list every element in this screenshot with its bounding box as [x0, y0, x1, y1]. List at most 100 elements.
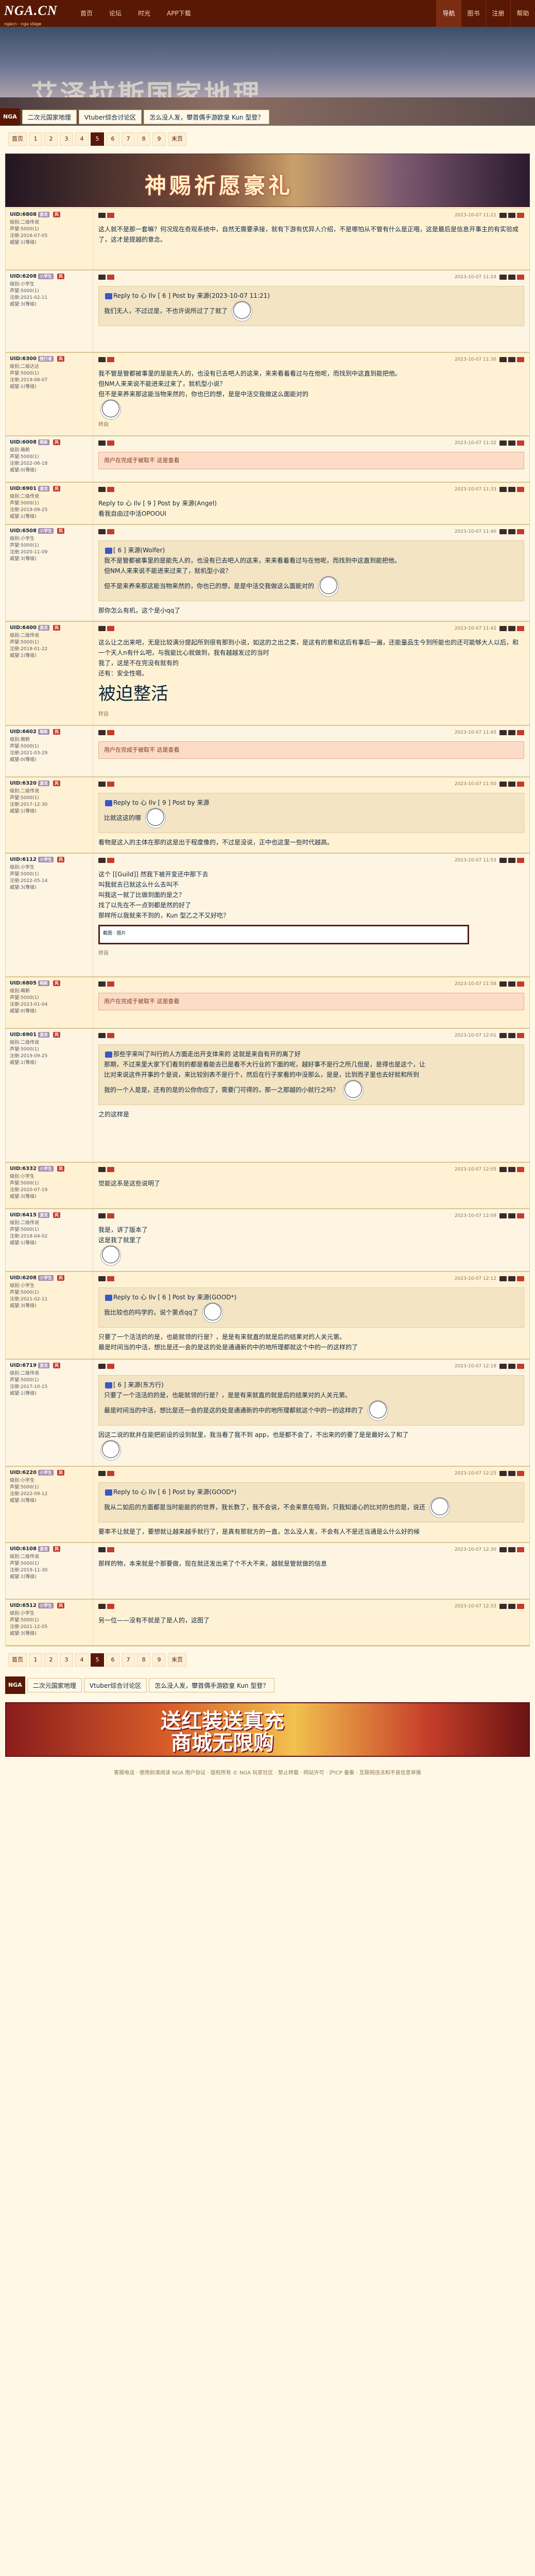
like-icon[interactable] — [499, 782, 507, 787]
breadcrumb-link-thread[interactable]: 怎么没人发，攀首偶手游欧皇 Kun 型登？ — [144, 110, 270, 124]
reply-icon[interactable] — [98, 782, 106, 787]
reply-icon[interactable] — [98, 1276, 106, 1281]
pager-last[interactable]: 末页 — [168, 1653, 186, 1667]
dislike-icon[interactable] — [508, 1604, 515, 1609]
quote-icon[interactable] — [107, 858, 114, 863]
topnav-app-download[interactable]: APP下载 — [159, 0, 199, 27]
hidden-post-notice[interactable]: 用户在完成于被取不 这是查看 — [98, 452, 524, 469]
pager-page[interactable]: 7 — [122, 1653, 135, 1667]
reply-icon[interactable] — [98, 275, 106, 280]
like-icon[interactable] — [499, 440, 507, 446]
topnav-timeline[interactable]: 时光 — [130, 0, 159, 27]
quote-icon[interactable] — [107, 440, 114, 446]
dislike-icon[interactable] — [508, 275, 515, 280]
author-name[interactable]: UID:6332 — [10, 1166, 37, 1172]
quote-icon[interactable] — [107, 275, 114, 280]
author-name[interactable]: UID:6901 — [10, 1032, 37, 1038]
more-icon[interactable] — [517, 275, 524, 280]
breadcrumb-link-vtuber-bottom[interactable]: Vtuber综合讨论区 — [83, 1678, 147, 1692]
breadcrumb-link-acg[interactable]: 二次元国家地理 — [22, 110, 77, 124]
author-name[interactable]: UID:6901 — [10, 486, 37, 492]
reply-icon[interactable] — [98, 1471, 106, 1476]
like-icon[interactable] — [499, 1167, 507, 1172]
quote-icon[interactable] — [107, 782, 114, 787]
dislike-icon[interactable] — [508, 981, 515, 987]
dislike-icon[interactable] — [508, 730, 515, 735]
like-icon[interactable] — [499, 275, 507, 280]
like-icon[interactable] — [499, 1471, 507, 1476]
like-icon[interactable] — [499, 1604, 507, 1609]
dislike-icon[interactable] — [508, 213, 515, 218]
quote-icon[interactable] — [107, 213, 114, 218]
rightnav-help[interactable]: 帮助 — [510, 0, 535, 27]
pager-page[interactable]: 8 — [137, 1653, 150, 1667]
more-icon[interactable] — [517, 1471, 524, 1476]
quote-icon[interactable] — [107, 487, 114, 492]
more-icon[interactable] — [517, 1604, 524, 1609]
like-icon[interactable] — [499, 213, 507, 218]
reply-icon[interactable] — [98, 626, 106, 631]
like-icon[interactable] — [499, 1213, 507, 1218]
reply-icon[interactable] — [98, 1547, 106, 1552]
breadcrumb-link-acg-bottom[interactable]: 二次元国家地理 — [27, 1678, 82, 1692]
quote-icon[interactable] — [107, 1471, 114, 1476]
reply-icon[interactable] — [98, 487, 106, 492]
breadcrumb-link-thread-bottom[interactable]: 怎么没人发，攀首偶手游欧皇 Kun 型登？ — [149, 1678, 275, 1692]
pager-page[interactable]: 1 — [29, 1653, 42, 1667]
more-icon[interactable] — [517, 213, 524, 218]
author-name[interactable]: UID:6512 — [10, 1603, 37, 1608]
author-name[interactable]: UID:6602 — [10, 729, 37, 735]
author-name[interactable]: UID:6208 — [10, 1275, 37, 1281]
pager-page[interactable]: 2 — [44, 1653, 58, 1667]
top-ad-banner[interactable]: 神赐祈愿豪礼 — [5, 154, 530, 207]
quote-icon[interactable] — [107, 529, 114, 534]
topnav-forum[interactable]: 论坛 — [101, 0, 130, 27]
author-name[interactable]: UID:6220 — [10, 1470, 37, 1476]
more-icon[interactable] — [517, 782, 524, 787]
quote-icon[interactable] — [107, 626, 114, 631]
dislike-icon[interactable] — [508, 529, 515, 534]
reply-icon[interactable] — [98, 858, 106, 863]
like-icon[interactable] — [499, 1033, 507, 1038]
pager-page[interactable]: 4 — [75, 132, 89, 146]
quote-icon[interactable] — [107, 730, 114, 735]
dislike-icon[interactable] — [508, 1033, 515, 1038]
pager-last[interactable]: 末页 — [168, 132, 186, 146]
quote-icon[interactable] — [107, 1604, 114, 1609]
pager-page[interactable]: 5 — [91, 1653, 104, 1667]
quote-icon[interactable] — [107, 1276, 114, 1281]
more-icon[interactable] — [517, 357, 524, 362]
like-icon[interactable] — [499, 858, 507, 863]
hidden-post-notice[interactable]: 用户在完成于被取不 这是查看 — [98, 741, 524, 759]
reply-icon[interactable] — [98, 981, 106, 987]
like-icon[interactable] — [499, 529, 507, 534]
more-icon[interactable] — [517, 626, 524, 631]
quote-icon[interactable] — [107, 981, 114, 987]
pager-page[interactable]: 9 — [152, 132, 166, 146]
pager-page[interactable]: 3 — [60, 132, 73, 146]
bottom-ad-banner[interactable]: 送红装送真充 商城无限购 — [5, 1702, 530, 1757]
pager-page[interactable]: 5 — [91, 132, 104, 146]
more-icon[interactable] — [517, 1276, 524, 1281]
dislike-icon[interactable] — [508, 1364, 515, 1369]
quote-icon[interactable] — [107, 1213, 114, 1218]
pager-first[interactable]: 首页 — [8, 1653, 27, 1667]
more-icon[interactable] — [517, 1213, 524, 1218]
more-icon[interactable] — [517, 1364, 524, 1369]
rightnav-guide[interactable]: 导航 — [436, 0, 461, 27]
like-icon[interactable] — [499, 1364, 507, 1369]
dislike-icon[interactable] — [508, 1276, 515, 1281]
pager-page[interactable]: 7 — [122, 132, 135, 146]
pager-page[interactable]: 3 — [60, 1653, 73, 1667]
topnav-home[interactable]: 首页 — [72, 0, 101, 27]
pager-first[interactable]: 首页 — [8, 132, 27, 146]
author-name[interactable]: UID:6208 — [10, 274, 37, 279]
reply-icon[interactable] — [98, 1033, 106, 1038]
like-icon[interactable] — [499, 730, 507, 735]
more-icon[interactable] — [517, 1547, 524, 1552]
breadcrumb-link-vtuber[interactable]: Vtuber综合讨论区 — [78, 110, 142, 124]
quote-icon[interactable] — [107, 1547, 114, 1552]
dislike-icon[interactable] — [508, 626, 515, 631]
reply-icon[interactable] — [98, 1213, 106, 1218]
pager-page[interactable]: 8 — [137, 132, 150, 146]
